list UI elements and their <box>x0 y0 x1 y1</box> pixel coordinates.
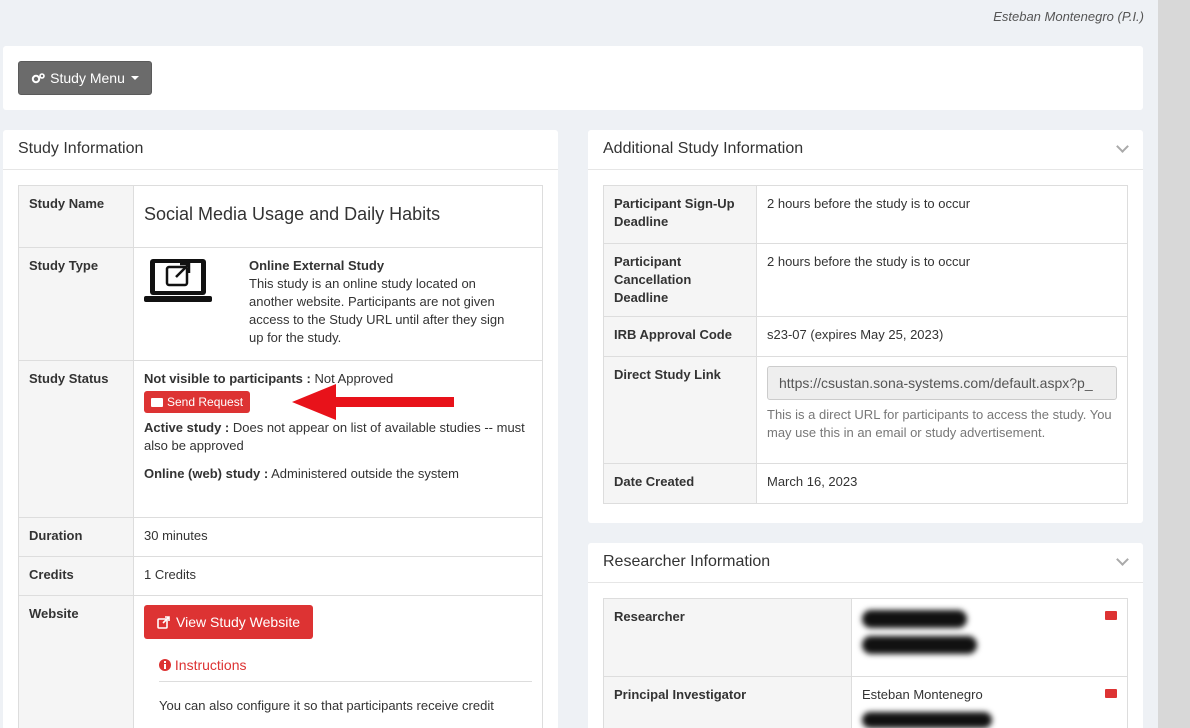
row-label: Researcher <box>603 598 852 677</box>
study-type-desc: This study is an online study located on… <box>249 276 505 345</box>
row-label: IRB Approval Code <box>603 316 757 357</box>
chevron-down-icon[interactable] <box>1116 553 1129 566</box>
view-study-website-label: View Study Website <box>176 614 300 630</box>
irb-code: s23-07 (expires May 25, 2023) <box>756 316 1128 357</box>
table-row: Participant Sign-Up Deadline 2 hours bef… <box>603 185 1128 244</box>
row-label: Study Type <box>18 247 134 361</box>
table-row: Direct Study Link https://csustan.sona-s… <box>603 356 1128 464</box>
instructions-link[interactable]: Instructions <box>159 657 246 673</box>
additional-info-table: Participant Sign-Up Deadline 2 hours bef… <box>603 185 1128 504</box>
study-name: Social Media Usage and Daily Habits <box>133 185 543 248</box>
table-row: Duration 30 minutes <box>18 517 543 557</box>
table-row: Study Name Social Media Usage and Daily … <box>18 185 543 248</box>
table-row: Principal Investigator Esteban Montenegr… <box>603 676 1128 728</box>
arrow-left-icon <box>292 384 454 420</box>
link-help-text: This is a direct URL for participants to… <box>767 407 1112 440</box>
online-label: Online (web) study : <box>144 466 269 481</box>
table-row: IRB Approval Code s23-07 (expires May 25… <box>603 316 1128 357</box>
study-menu-button[interactable]: Study Menu <box>18 61 152 95</box>
send-request-button[interactable]: Send Request <box>144 391 251 413</box>
online-value: Administered outside the system <box>268 466 459 481</box>
row-label: Study Status <box>18 360 134 518</box>
current-user: Esteban Montenegro (P.I.) <box>993 9 1144 24</box>
visible-label: Not visible to participants : <box>144 371 311 386</box>
row-label: Study Name <box>18 185 134 248</box>
active-label: Active study : <box>144 420 230 435</box>
study-type-cell: Online External Study This study is an o… <box>133 247 543 361</box>
panel-title: Additional Study Information <box>588 130 1143 170</box>
redacted-name <box>862 610 967 628</box>
table-row: Study Type Online External Study This st… <box>18 247 543 361</box>
envelope-icon <box>151 397 163 407</box>
row-label: Date Created <box>603 463 757 504</box>
study-menu-label: Study Menu <box>50 70 125 86</box>
redacted-email <box>862 636 977 654</box>
study-menu-panel: Study Menu <box>3 46 1143 110</box>
pi-cell: Esteban Montenegro <box>851 676 1128 728</box>
info-circle-icon <box>159 659 171 671</box>
pi-name: Esteban Montenegro <box>862 687 983 702</box>
caret-down-icon <box>130 76 139 80</box>
table-row: Credits 1 Credits <box>18 556 543 596</box>
study-info-panel: Study Information Study Name Social Medi… <box>3 130 558 728</box>
external-link-icon <box>157 615 170 629</box>
row-label: Direct Study Link <box>603 356 757 464</box>
panel-title: Researcher Information <box>588 543 1143 583</box>
send-request-label: Send Request <box>167 395 244 409</box>
researcher-info-panel: Researcher Information Researcher Princi… <box>588 543 1143 728</box>
direct-link-cell: https://csustan.sona-systems.com/default… <box>756 356 1128 464</box>
panel-title: Study Information <box>3 130 558 170</box>
table-row: Website View Study Website Instructions … <box>18 595 543 728</box>
researcher-table: Researcher Principal Investigator Esteba… <box>603 598 1128 728</box>
scrollbar[interactable] <box>1158 0 1190 728</box>
row-label: Website <box>18 595 134 728</box>
configure-text: You can also configure it so that partic… <box>159 698 494 713</box>
researcher-cell <box>851 598 1128 677</box>
row-label: Credits <box>18 556 134 596</box>
view-study-website-button[interactable]: View Study Website <box>144 605 313 639</box>
study-info-table: Study Name Social Media Usage and Daily … <box>18 185 543 728</box>
envelope-icon[interactable] <box>1105 611 1117 620</box>
gears-icon <box>31 72 45 83</box>
row-label: Duration <box>18 517 134 557</box>
row-label: Participant Cancellation Deadline <box>603 243 757 317</box>
credits-value: 1 Credits <box>133 556 543 596</box>
table-row: Researcher <box>603 598 1128 677</box>
researcher-info-title: Researcher Information <box>603 553 771 570</box>
date-created: March 16, 2023 <box>756 463 1128 504</box>
direct-study-link-input[interactable]: https://csustan.sona-systems.com/default… <box>767 366 1117 400</box>
instructions-label: Instructions <box>174 657 247 673</box>
additional-info-title: Additional Study Information <box>603 140 804 157</box>
chevron-down-icon[interactable] <box>1116 140 1129 153</box>
additional-info-panel: Additional Study Information Participant… <box>588 130 1143 523</box>
study-type-title: Online External Study <box>249 258 385 273</box>
row-label: Principal Investigator <box>603 676 852 728</box>
laptop-external-icon <box>144 259 212 302</box>
cancel-deadline: 2 hours before the study is to occur <box>756 243 1128 317</box>
envelope-icon[interactable] <box>1105 689 1117 698</box>
duration-value: 30 minutes <box>133 517 543 557</box>
signup-deadline: 2 hours before the study is to occur <box>756 185 1128 244</box>
table-row: Date Created March 16, 2023 <box>603 463 1128 504</box>
study-status-cell: Not visible to participants : Not Approv… <box>133 360 543 518</box>
website-cell: View Study Website Instructions You can … <box>133 595 543 728</box>
table-row: Study Status Not visible to participants… <box>18 360 543 518</box>
table-row: Participant Cancellation Deadline 2 hour… <box>603 243 1128 317</box>
redacted-email <box>862 712 992 728</box>
row-label: Participant Sign-Up Deadline <box>603 185 757 244</box>
